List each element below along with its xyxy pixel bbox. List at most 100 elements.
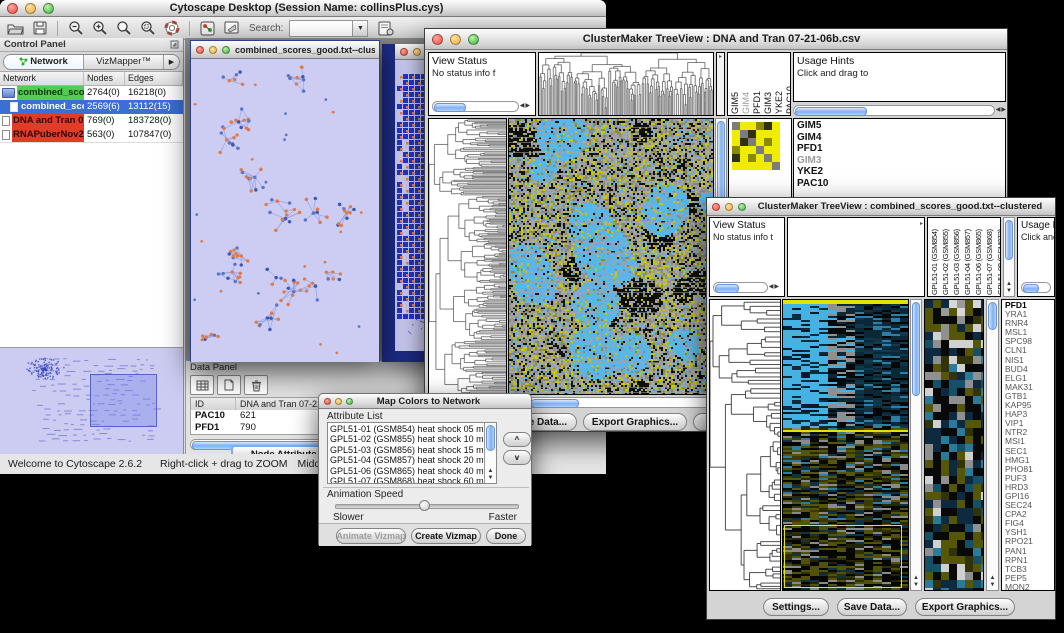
- save-data-button[interactable]: Save Data...: [837, 598, 907, 616]
- scroll-left-icon[interactable]: ◀: [996, 107, 1001, 114]
- close-button[interactable]: [324, 398, 331, 405]
- tv2-gene-labels[interactable]: PFD1YRA1RNR4MSL1SPC98CLN1NIS1BUD4ELG1MAK…: [1001, 299, 1055, 591]
- maximize-button[interactable]: [222, 46, 230, 54]
- col-network[interactable]: Network: [0, 72, 84, 85]
- tab-vizmapper[interactable]: VizMapper™: [84, 55, 164, 69]
- maximize-button[interactable]: [43, 3, 54, 14]
- tv2-gene-tree[interactable]: [710, 300, 780, 590]
- close-button[interactable]: [432, 34, 443, 45]
- zoom-out-icon[interactable]: [65, 19, 86, 38]
- save-session-icon[interactable]: [29, 19, 50, 38]
- scroll-up-icon[interactable]: ▲: [913, 575, 919, 581]
- network-row[interactable]: combined_scores 2764(0) 16218(0): [0, 86, 183, 100]
- move-down-button[interactable]: v: [503, 450, 531, 465]
- annotation-icon[interactable]: [221, 19, 242, 38]
- tab-more-button[interactable]: ▶: [164, 55, 179, 69]
- overview-canvas[interactable]: [2, 350, 180, 446]
- network-row[interactable]: DNA and Tran 07 769(0) 183728(0): [0, 114, 183, 128]
- strip-arrow-icon[interactable]: ▸: [920, 220, 923, 227]
- attribute-list-scrollbar[interactable]: ▲▼: [484, 423, 496, 483]
- minimize-button[interactable]: [725, 203, 733, 211]
- scroll-right-icon[interactable]: ▶: [774, 284, 779, 291]
- float-panel-icon[interactable]: [170, 40, 179, 49]
- maximize-button[interactable]: [738, 203, 746, 211]
- tv1-gene-dendrogram[interactable]: [428, 118, 507, 395]
- minimize-button[interactable]: [209, 46, 217, 54]
- scroll-left-icon[interactable]: ◀: [769, 284, 774, 291]
- tv1-array-dendrogram[interactable]: [538, 52, 714, 116]
- view-status-scrollbar[interactable]: ◀ ▶: [713, 282, 779, 293]
- scroll-down-icon[interactable]: ▼: [913, 582, 919, 588]
- cytoscape-titlebar[interactable]: Cytoscape Desktop (Session Name: collins…: [0, 0, 606, 17]
- attribute-listbox[interactable]: GPL51-01 (GSM854) heat shock 05 minGPL51…: [327, 422, 497, 484]
- maximize-button[interactable]: [468, 34, 479, 45]
- tv2-heatmap[interactable]: [783, 300, 908, 590]
- usage-scrollbar[interactable]: [1021, 282, 1051, 293]
- close-button[interactable]: [196, 46, 204, 54]
- minimize-button[interactable]: [335, 398, 342, 405]
- attribute-browser-icon[interactable]: [375, 19, 396, 38]
- search-input[interactable]: [289, 20, 353, 37]
- treeview1-titlebar[interactable]: ClusterMaker TreeView : DNA and Tran 07-…: [425, 29, 1007, 50]
- scroll-up-icon[interactable]: ▲: [990, 575, 996, 581]
- minimize-button[interactable]: [25, 3, 36, 14]
- close-button[interactable]: [7, 3, 18, 14]
- minimize-button[interactable]: [413, 48, 421, 56]
- tv1-array-tree[interactable]: [539, 53, 713, 115]
- tv1-gene-tree[interactable]: [429, 119, 506, 394]
- tab-network[interactable]: Network: [4, 55, 84, 69]
- strip-arrow-icon[interactable]: ▸: [717, 53, 724, 60]
- tv2-global-heatmap[interactable]: [782, 299, 909, 591]
- scroll-up-icon[interactable]: ▲: [1006, 281, 1012, 287]
- tv2-array-scrollbar[interactable]: ▲▼: [1003, 217, 1015, 297]
- scroll-down-icon[interactable]: ▼: [488, 475, 494, 481]
- open-session-icon[interactable]: [5, 19, 26, 38]
- scroll-right-icon[interactable]: ▶: [525, 103, 530, 110]
- col-nodes[interactable]: Nodes: [84, 72, 125, 85]
- speed-slider-thumb[interactable]: [419, 500, 430, 511]
- settings-button[interactable]: Settings...: [763, 598, 829, 616]
- tv2-heatmap-vscrollbar[interactable]: ▲▼: [910, 299, 922, 591]
- network-row-selected[interactable]: combined_sco 2569(6) 13112(15): [0, 100, 183, 114]
- export-graphics-button[interactable]: Export Graphics...: [915, 598, 1015, 616]
- tv2-zoom-heatmap[interactable]: [924, 299, 984, 591]
- col-id[interactable]: ID: [191, 398, 236, 410]
- tv1-usage-scrollbar[interactable]: ◀ ▶: [793, 105, 1006, 116]
- help-lifesaver-icon[interactable]: [161, 19, 182, 38]
- dialog-titlebar[interactable]: Map Colors to Network: [319, 394, 531, 409]
- tv1-array-labels[interactable]: GIM5GIM4PFD1GIM3YKE2PAC10: [727, 52, 791, 116]
- maximize-button[interactable]: [346, 398, 353, 405]
- tv1-global-heatmap[interactable]: [508, 118, 714, 395]
- network-overview-panel[interactable]: [0, 347, 183, 454]
- move-up-button[interactable]: ^: [503, 432, 531, 447]
- scroll-down-icon[interactable]: ▼: [1006, 288, 1012, 294]
- zoom-fit-icon[interactable]: [113, 19, 134, 38]
- search-dropdown-button[interactable]: ▼: [353, 20, 368, 37]
- animate-vizmap-button[interactable]: Animate Vizmap: [336, 528, 406, 544]
- export-graphics-button[interactable]: Export Graphics...: [583, 413, 687, 431]
- scroll-down-icon[interactable]: ▼: [990, 582, 996, 588]
- new-attribute-icon[interactable]: [217, 375, 241, 395]
- zoom-in-icon[interactable]: [89, 19, 110, 38]
- create-vizmap-button[interactable]: Create Vizmap: [411, 528, 481, 544]
- col-edges[interactable]: Edges: [125, 72, 183, 85]
- tv1-matrix[interactable]: [732, 122, 780, 170]
- zoom-selected-icon[interactable]: [137, 19, 158, 38]
- tv2-array-dendrogram[interactable]: ▸: [787, 217, 925, 297]
- minimize-button[interactable]: [450, 34, 461, 45]
- tv2-zoom-heatmap[interactable]: [925, 300, 983, 590]
- tv2-gene-dendrogram[interactable]: [709, 299, 781, 591]
- tv2-gene-scrollbar[interactable]: ▲▼: [986, 299, 999, 591]
- scroll-right-icon[interactable]: ▶: [1001, 107, 1006, 114]
- tv1-heatmap[interactable]: [509, 119, 713, 394]
- scroll-up-icon[interactable]: ▲: [488, 468, 494, 474]
- treeview2-titlebar[interactable]: ClusterMaker TreeView : combined_scores_…: [707, 198, 1055, 216]
- close-button[interactable]: [712, 203, 720, 211]
- close-button[interactable]: [400, 48, 408, 56]
- table-mode-icon[interactable]: [190, 375, 214, 395]
- network-row[interactable]: RNAPuberNov2+I 563(0) 107847(0): [0, 128, 183, 142]
- done-button[interactable]: Done: [486, 528, 526, 544]
- view-status-scrollbar[interactable]: ◀ ▶: [432, 101, 530, 112]
- delete-attribute-icon[interactable]: [244, 375, 268, 395]
- tv1-heatmap-hscrollbar[interactable]: [508, 397, 714, 408]
